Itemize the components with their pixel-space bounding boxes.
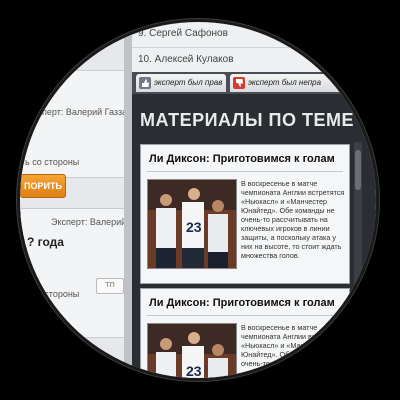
excerpt-line: чемпионата Англии встретятся (241, 332, 345, 341)
rating-item[interactable]: 10. Алексей Кулаков (138, 54, 234, 65)
poll-text: ь со стороны (25, 157, 80, 167)
excerpt-line: В воскресенье в матче (241, 323, 318, 332)
excerpt-line: Юнайтед». Обе команды не (241, 206, 335, 215)
article-photo[interactable]: 23 (147, 179, 237, 269)
expert-label: Эксперт: Валерий Газзаев (27, 107, 137, 117)
article-excerpt: В воскресенье в матче чемпионата Англии … (241, 323, 345, 368)
article-excerpt: В воскресенье в матче чемпионата Англии … (241, 179, 345, 260)
divider (132, 47, 376, 48)
excerpt-line: «Ньюкасл» и «Манчестер (241, 197, 327, 206)
poll-text: ь со стороны (25, 289, 80, 299)
excerpt-line: чемпионата Англии встретятся (241, 188, 345, 197)
page-scene: Эксперт: Валерий Газзаев ь со стороны ПО… (20, 22, 376, 378)
tab-label: эксперт был прав (154, 78, 223, 87)
excerpt-line: Юнайтед». Обе команды не (241, 350, 335, 359)
magnifier-lens: Эксперт: Валерий Газзаев ь со стороны ПО… (20, 22, 376, 378)
divider (147, 171, 343, 172)
excerpt-line: защиты, а поскольку атака у (241, 233, 336, 242)
svg-text:23: 23 (186, 363, 202, 378)
scrollbar[interactable] (354, 142, 362, 378)
excerpt-line: них на высоте, то стоит ждать (241, 242, 342, 251)
excerpt-line: очень-то рассчитывать на (241, 215, 328, 224)
right-column: 9. Сергей Сафонов 10. Алексей Кулаков эк… (132, 22, 376, 378)
article-card: Ли Диксон: Приготовимся к голам 23 В вос… (140, 288, 350, 378)
left-column: Эксперт: Валерий Газзаев ь со стороны ПО… (20, 22, 161, 378)
vote-tabs: эксперт был прав эксперт был непра (132, 72, 376, 94)
article-title[interactable]: Ли Диксон: Приготовимся к голам (149, 153, 335, 165)
column-divider (124, 22, 132, 378)
excerpt-line: ключевых игроков в линии (241, 224, 330, 233)
vote-button[interactable]: ПОРИТЬ (20, 174, 66, 198)
excerpt-line: В воскресенье в матче (241, 179, 318, 188)
rating-item[interactable]: 9. Сергей Сафонов (138, 28, 228, 39)
poll-card: Эксперт: Валерий Газзаев ь со стороны (20, 70, 137, 178)
article-photo[interactable]: 23 (147, 323, 237, 378)
excerpt-line: очень-то рассчитывать на (241, 359, 328, 368)
tp-logo: ТП (96, 278, 124, 294)
scroll-thumb[interactable] (355, 150, 361, 190)
excerpt-line: «Ньюкасл» и «Манчестер (241, 341, 327, 350)
tab-expert-wrong[interactable]: эксперт был непра (230, 74, 350, 92)
thumbs-up-icon (139, 77, 151, 89)
divider (147, 315, 343, 316)
section-title: МАТЕРИАЛЫ ПО ТЕМЕ (140, 110, 354, 130)
poll-heading: ? года (27, 235, 64, 249)
excerpt-line: множества голов. (241, 251, 300, 260)
tab-label: эксперт был непра (248, 78, 322, 87)
tab-expert-right[interactable]: эксперт был прав (136, 74, 226, 92)
thumbs-down-icon (233, 77, 245, 89)
poll-card-2: Эксперт: Валерий Газзаев ? года ь со сто… (20, 208, 161, 338)
svg-text:23: 23 (186, 219, 202, 235)
article-title[interactable]: Ли Диксон: Приготовимся к голам (149, 297, 335, 309)
article-card: Ли Диксон: Приготовимся к голам 23 В вос… (140, 144, 350, 284)
rating-list: 9. Сергей Сафонов 10. Алексей Кулаков (132, 22, 376, 72)
